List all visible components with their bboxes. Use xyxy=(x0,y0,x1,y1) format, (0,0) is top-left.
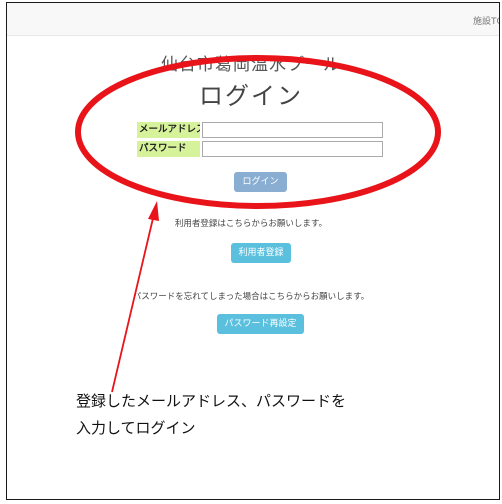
facility-top-link[interactable]: 施設TOP xyxy=(473,14,499,27)
password-field[interactable] xyxy=(202,141,383,157)
email-label: メールアドレス xyxy=(137,122,200,138)
annotation-line-1: 登録したメールアドレス、パスワードを xyxy=(76,392,347,410)
password-reset-info-text: パスワードを忘れてしまった場合はこちらからお願いします。 xyxy=(132,292,370,302)
top-navbar: 施設TOP xyxy=(7,3,499,36)
facility-name: 仙台市葛岡温水プール xyxy=(161,55,341,75)
register-button[interactable]: 利用者登録 xyxy=(231,243,291,263)
email-field[interactable] xyxy=(202,122,383,138)
annotation-line-2: 入力してログイン xyxy=(76,419,196,437)
page-title: ログイン xyxy=(199,82,303,110)
password-label: パスワード xyxy=(137,141,200,157)
register-info-text: 利用者登録はこちらからお願いします。 xyxy=(174,219,328,229)
annotation-callout: 登録したメールアドレス、パスワードを 入力してログイン xyxy=(76,388,346,442)
login-button[interactable]: ログイン xyxy=(234,172,287,192)
password-reset-button[interactable]: パスワード再設定 xyxy=(217,314,304,334)
